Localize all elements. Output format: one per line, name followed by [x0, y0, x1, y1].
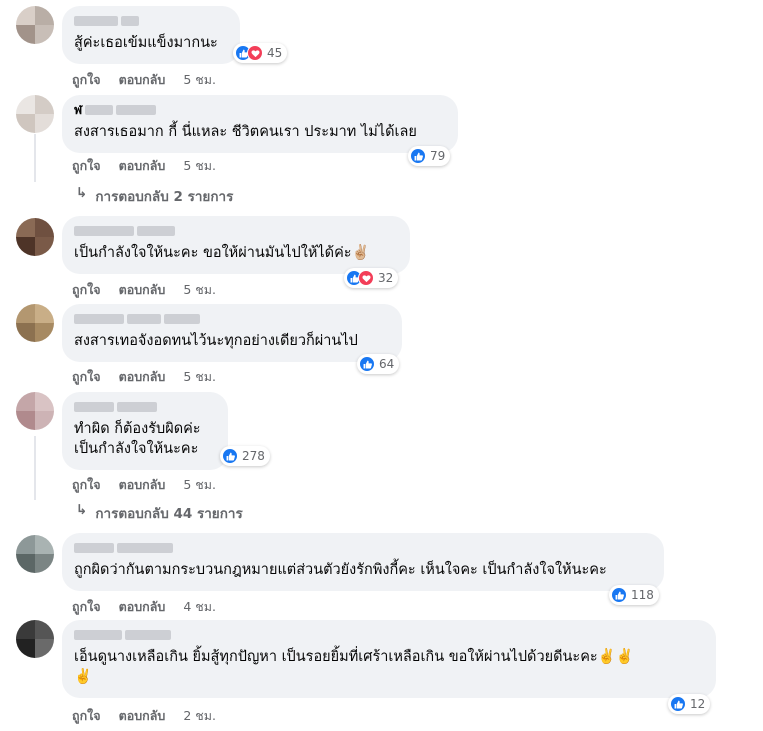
- comment-actions: ถูกใจ ตอบกลับ 5 ชม.: [72, 280, 216, 300]
- like-button[interactable]: ถูกใจ: [72, 367, 101, 387]
- like-reaction-icon: [611, 587, 627, 603]
- commenter-name[interactable]: [74, 627, 704, 643]
- like-button[interactable]: ถูกใจ: [72, 475, 101, 495]
- love-reaction-icon: [358, 270, 374, 286]
- reply-arrow-icon: ↳: [76, 502, 88, 518]
- timestamp[interactable]: 5 ชม.: [183, 70, 216, 90]
- commenter-name[interactable]: [74, 311, 390, 327]
- avatar[interactable]: [16, 95, 54, 133]
- avatar[interactable]: [16, 392, 54, 430]
- reaction-summary[interactable]: 32: [344, 268, 399, 288]
- reply-button[interactable]: ตอบกลับ: [119, 156, 166, 176]
- reply-button[interactable]: ตอบกลับ: [119, 475, 166, 495]
- view-replies-link[interactable]: ↳ การตอบกลับ 2 รายการ: [76, 185, 233, 207]
- thread-line: [34, 134, 36, 182]
- commenter-name[interactable]: [74, 399, 216, 415]
- reply-button[interactable]: ตอบกลับ: [119, 70, 166, 90]
- avatar[interactable]: [16, 218, 54, 256]
- comment-actions: ถูกใจ ตอบกลับ 5 ชม.: [72, 156, 216, 176]
- comment-bubble: เป็นกำลังใจให้นะคะ ขอให้ผ่านมันไปให้ได้ค…: [62, 216, 410, 274]
- comment-text: เป็นกำลังใจให้นะคะ ขอให้ผ่านมันไปให้ได้ค…: [74, 245, 370, 261]
- timestamp[interactable]: 5 ชม.: [183, 475, 216, 495]
- comment-actions: ถูกใจ ตอบกลับ 5 ชม.: [72, 367, 216, 387]
- comment-actions: ถูกใจ ตอบกลับ 4 ชม.: [72, 597, 216, 617]
- reaction-count: 118: [631, 588, 654, 602]
- like-button[interactable]: ถูกใจ: [72, 706, 101, 726]
- like-reaction-icon: [359, 356, 375, 372]
- like-reaction-icon: [410, 148, 426, 164]
- love-reaction-icon: [247, 45, 263, 61]
- avatar[interactable]: [16, 620, 54, 658]
- commenter-name[interactable]: [74, 13, 228, 29]
- comment-text: ถูกผิดว่ากันตามกระบวนกฎหมายแต่ส่วนตัวยัง…: [74, 562, 607, 578]
- replies-label: การตอบกลับ 44 รายการ: [95, 506, 243, 522]
- reply-button[interactable]: ตอบกลับ: [119, 597, 166, 617]
- timestamp[interactable]: 5 ชม.: [183, 280, 216, 300]
- comment-bubble: สู้ค่ะเธอเข้มแข็งมากนะ: [62, 6, 240, 64]
- reaction-count: 278: [242, 449, 265, 463]
- reaction-summary[interactable]: 12: [668, 694, 711, 714]
- reaction-count: 64: [379, 357, 395, 371]
- reply-button[interactable]: ตอบกลับ: [119, 280, 166, 300]
- replies-label: การตอบกลับ 2 รายการ: [95, 189, 234, 205]
- like-button[interactable]: ถูกใจ: [72, 156, 101, 176]
- comment-text: สงสารเทอจังอดทนไว้นะทุกอย่างเดียวก็ผ่านไ…: [74, 333, 358, 349]
- like-button[interactable]: ถูกใจ: [72, 597, 101, 617]
- reply-button[interactable]: ตอบกลับ: [119, 706, 166, 726]
- reaction-summary[interactable]: 118: [609, 585, 659, 605]
- comment-bubble: เอ็นดูนางเหลือเกิน ยิ้มสู้ทุกปัญหา เป็นร…: [62, 620, 716, 698]
- commenter-name[interactable]: [74, 540, 652, 556]
- reaction-summary[interactable]: 64: [357, 354, 400, 374]
- reaction-summary[interactable]: 278: [220, 446, 270, 466]
- comment-actions: ถูกใจ ตอบกลับ 5 ชม.: [72, 70, 216, 90]
- comment-bubble: ถูกผิดว่ากันตามกระบวนกฎหมายแต่ส่วนตัวยัง…: [62, 533, 664, 591]
- comment-bubble: สงสารเทอจังอดทนไว้นะทุกอย่างเดียวก็ผ่านไ…: [62, 304, 402, 362]
- comment-text: เอ็นดูนางเหลือเกิน ยิ้มสู้ทุกปัญหา เป็นร…: [74, 649, 634, 685]
- comment-actions: ถูกใจ ตอบกลับ 5 ชม.: [72, 475, 216, 495]
- reply-arrow-icon: ↳: [76, 185, 88, 201]
- timestamp[interactable]: 5 ชม.: [183, 367, 216, 387]
- avatar[interactable]: [16, 304, 54, 342]
- reaction-count: 45: [267, 46, 283, 60]
- commenter-name[interactable]: ฬ: [74, 102, 446, 118]
- comment-bubble: ทำผิด ก็ต้องรับผิดค่ะ เป็นกำลังใจให้นะคะ: [62, 392, 228, 470]
- thread-line: [34, 436, 36, 500]
- comment-text: สงสารเธอมาก กี้ นี่แหละ ชีวิตคนเรา ประมา…: [74, 124, 417, 140]
- like-reaction-icon: [670, 696, 686, 712]
- timestamp[interactable]: 5 ชม.: [183, 156, 216, 176]
- timestamp[interactable]: 2 ชม.: [183, 706, 216, 726]
- avatar[interactable]: [16, 6, 54, 44]
- reaction-summary[interactable]: 79: [408, 146, 451, 166]
- like-button[interactable]: ถูกใจ: [72, 70, 101, 90]
- like-button[interactable]: ถูกใจ: [72, 280, 101, 300]
- view-replies-link[interactable]: ↳ การตอบกลับ 44 รายการ: [76, 502, 243, 524]
- comment-actions: ถูกใจ ตอบกลับ 2 ชม.: [72, 706, 216, 726]
- reply-button[interactable]: ตอบกลับ: [119, 367, 166, 387]
- timestamp[interactable]: 4 ชม.: [183, 597, 216, 617]
- comment-bubble: ฬ สงสารเธอมาก กี้ นี่แหละ ชีวิตคนเรา ประ…: [62, 95, 458, 153]
- comment-text: สู้ค่ะเธอเข้มแข็งมากนะ: [74, 35, 218, 51]
- reaction-count: 79: [430, 149, 446, 163]
- reaction-count: 32: [378, 271, 394, 285]
- like-reaction-icon: [222, 448, 238, 464]
- avatar[interactable]: [16, 535, 54, 573]
- commenter-name[interactable]: [74, 223, 398, 239]
- reaction-summary[interactable]: 45: [233, 43, 288, 63]
- reaction-count: 12: [690, 697, 706, 711]
- comment-text: ทำผิด ก็ต้องรับผิดค่ะ เป็นกำลังใจให้นะคะ: [74, 421, 201, 457]
